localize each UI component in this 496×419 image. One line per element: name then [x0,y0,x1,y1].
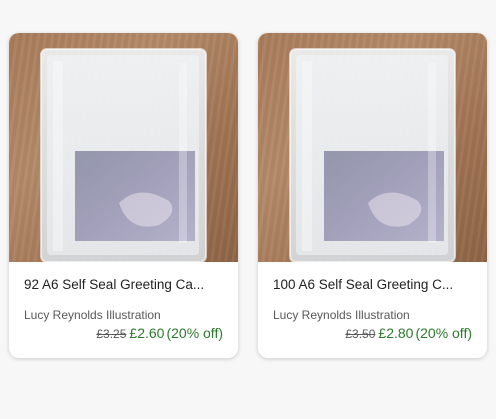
listing-image[interactable] [258,33,487,262]
discount-label: (20% off) [415,325,472,341]
original-price: £3.50 [345,327,376,341]
price-row: £3.50 £2.80 (20% off) [273,324,472,343]
price-row: £3.25 £2.60 (20% off) [24,324,223,343]
shop-name[interactable]: Lucy Reynolds Illustration [273,308,472,322]
cello-bag-stack-image [289,48,456,262]
shop-name[interactable]: Lucy Reynolds Illustration [24,308,223,322]
cello-bag-stack-image [40,48,207,262]
sale-price: £2.80 [378,325,414,341]
discount-label: (20% off) [166,325,223,341]
listing-title[interactable]: 92 A6 Self Seal Greeting Ca... [24,276,223,294]
listing-title[interactable]: 100 A6 Self Seal Greeting C... [273,276,472,294]
listing-image[interactable] [9,33,238,262]
listing-card[interactable]: 92 A6 Self Seal Greeting Ca... Lucy Reyn… [9,33,238,358]
original-price: £3.25 [96,327,127,341]
sale-price: £2.60 [129,325,165,341]
listing-card[interactable]: 100 A6 Self Seal Greeting C... Lucy Reyn… [258,33,487,358]
